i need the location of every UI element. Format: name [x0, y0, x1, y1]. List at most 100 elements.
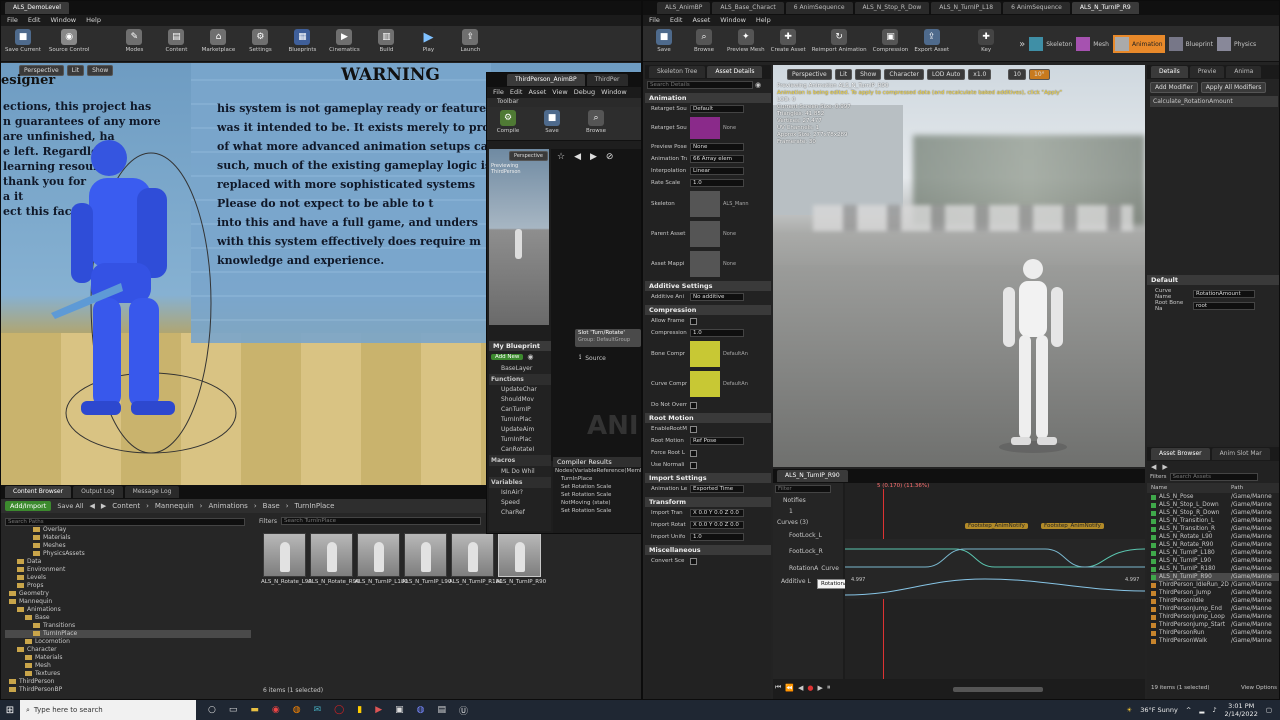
tab-als-base-character[interactable]: ALS_Base_Charact	[712, 2, 784, 14]
breadcrumb-turninplace[interactable]: TurnInPlace	[295, 502, 335, 510]
notify-marker-2[interactable]: Footstep_AnimNotify	[1041, 523, 1104, 529]
menu-window[interactable]: Window	[720, 15, 746, 26]
filters-button[interactable]: Filters	[259, 518, 277, 525]
blue-mannequin[interactable]	[41, 133, 241, 473]
perspective-button[interactable]: Perspective	[509, 151, 548, 161]
tab-asset-details[interactable]: Asset Details	[707, 66, 763, 78]
cinematics-button[interactable]: ▶ Cinematics	[327, 29, 361, 53]
base-layer[interactable]: BaseLayer	[489, 363, 551, 374]
section-animation[interactable]: Animation	[645, 93, 771, 103]
folder-tree-item[interactable]: Overlay	[5, 526, 251, 534]
asset-thumbnail[interactable]	[263, 533, 306, 577]
curve-footlock-r[interactable]: FootLock_R	[773, 544, 843, 560]
tab-thirdperson-animbp[interactable]: ThirdPerson_AnimBP	[507, 74, 585, 86]
folder-tree-item[interactable]: Base	[5, 614, 251, 622]
compiler-line[interactable]: TurnInPlace	[553, 475, 641, 483]
asset-list-item[interactable]: ALS_N_Rotate_R90/Game/Manne	[1151, 541, 1279, 549]
export-asset-button[interactable]: ⇪ Export Asset	[914, 29, 949, 53]
save-button[interactable]: ■ Save	[647, 29, 681, 53]
source-pin[interactable]: ⟟ Source	[579, 354, 606, 362]
notify-track-1[interactable]: 1	[773, 506, 843, 517]
forward-icon[interactable]: ▶	[101, 502, 106, 510]
function-item[interactable]: ShouldMov	[489, 395, 551, 405]
macro-item[interactable]: ML Do Whil	[489, 466, 551, 477]
taskbar-search[interactable]: ⌕ Type here to search	[20, 700, 196, 720]
forward-icon[interactable]: ▶	[1162, 463, 1167, 471]
filters-button[interactable]: Filters	[1150, 474, 1167, 480]
section-additive[interactable]: Additive Settings	[645, 281, 771, 291]
folder-tree-item[interactable]: Meshes	[5, 542, 251, 550]
chrome-icon[interactable]: ◉	[272, 705, 280, 715]
tab-stop-r-down[interactable]: ALS_N_Stop_R_Dow	[854, 2, 930, 14]
view-options-button[interactable]: View Options	[1241, 685, 1277, 691]
add-import-button[interactable]: Add/Import	[5, 501, 52, 511]
settings-button[interactable]: ⚙ Settings	[243, 29, 277, 53]
mail-icon[interactable]: ✉	[314, 705, 322, 715]
compression-button[interactable]: ▣ Compression	[873, 29, 908, 53]
folder-tree-item[interactable]: ThirdPerson	[5, 678, 251, 686]
menu-help[interactable]: Help	[86, 15, 101, 26]
folder-tree-item[interactable]: Animations	[5, 606, 251, 614]
asset-list-item[interactable]: ALS_N_TurnIP_R90/Game/Manne	[1151, 573, 1279, 581]
create-asset-button[interactable]: ✚ Create Asset	[771, 29, 806, 53]
forward-arrow-icon[interactable]: ▶	[590, 152, 597, 162]
tab-details[interactable]: Details	[1151, 66, 1188, 78]
macros-header[interactable]: Macros	[489, 455, 551, 466]
marketplace-button[interactable]: ⌂ Marketplace	[201, 29, 235, 53]
browse-button[interactable]: ⌕ Browse	[687, 29, 721, 53]
property-value[interactable]: ALS_Mann	[723, 201, 749, 207]
media-icon[interactable]: ▶	[375, 705, 382, 715]
opera-icon[interactable]: ◯	[334, 705, 344, 715]
variable-item[interactable]: IsInAir?	[489, 488, 551, 498]
section-importSettings[interactable]: Import Settings	[645, 473, 771, 483]
menu-debug[interactable]: Debug	[574, 87, 595, 98]
add-new-button[interactable]: Add New	[491, 354, 524, 360]
timeline-scrollbar[interactable]	[953, 687, 1043, 692]
star-icon[interactable]: ☆	[557, 152, 565, 162]
folder-tree-item[interactable]: Levels	[5, 574, 251, 582]
menu-asset[interactable]: Asset	[528, 87, 546, 98]
menu-edit[interactable]: Edit	[670, 15, 683, 26]
tab-turnip-r90[interactable]: ALS_N_TurnIP_R9	[1071, 2, 1139, 14]
lod-button[interactable]: LOD Auto	[926, 69, 966, 80]
source-control-button[interactable]: ◉ Source Control	[49, 29, 89, 53]
key-button[interactable]: ✚ Key	[969, 29, 1003, 53]
breadcrumb-mannequin[interactable]: Mannequin	[155, 502, 194, 510]
tab-turnip-l180[interactable]: ALS_N_TurnIP_L18	[931, 2, 1002, 14]
curve-rotation-amount[interactable]: RotationA Curve	[773, 560, 843, 576]
tab-anim[interactable]: Anima	[1226, 66, 1262, 78]
no-icon[interactable]: ⊘	[606, 152, 614, 162]
asset-list-item[interactable]: ThirdPersonJump_End/Game/Manne	[1151, 605, 1279, 613]
breadcrumb-content[interactable]: Content	[112, 502, 140, 510]
perspective-button[interactable]: Perspective	[787, 69, 832, 80]
anim-viewport[interactable]: Perspective Lit Show Character LOD Auto …	[773, 65, 1145, 467]
tray-chevron-icon[interactable]: ^	[1186, 706, 1191, 714]
folder-tree-item[interactable]: Locomotion	[5, 638, 251, 646]
property-value[interactable]: X 0.0 Y 0.0 Z 0.0	[690, 521, 744, 529]
slot-node[interactable]: Slot 'Turn/Rotate' Group: DefaultGroup	[575, 329, 641, 347]
section-rootMotion[interactable]: Root Motion	[645, 413, 771, 423]
function-item[interactable]: TurnInPlac	[489, 435, 551, 445]
compiler-line[interactable]: NotMoving (state)	[553, 499, 641, 507]
property-checkbox[interactable]	[690, 317, 697, 325]
folder-tree-item[interactable]: Mesh	[5, 662, 251, 670]
curve-dropdown[interactable]: Curve	[821, 563, 839, 574]
property-value[interactable]: None	[723, 125, 736, 131]
property-value[interactable]: 1.0	[690, 329, 744, 337]
property-value[interactable]: DefaultAn	[723, 351, 748, 357]
asset-list-item[interactable]: ThirdPersonJump_Start/Game/Manne	[1151, 621, 1279, 629]
menu-file[interactable]: File	[493, 87, 504, 98]
asset-list-item[interactable]: ALS_N_TurnIP_R180/Game/Manne	[1151, 565, 1279, 573]
asset-swatch[interactable]	[690, 221, 720, 247]
property-value[interactable]: None	[723, 231, 736, 237]
back-arrow-icon[interactable]: ◀	[574, 152, 581, 162]
curve-graph[interactable]	[845, 539, 1145, 599]
property-checkbox[interactable]	[690, 461, 697, 469]
asset-swatch[interactable]	[690, 341, 720, 367]
notifies-track[interactable]: Notifies	[773, 495, 843, 506]
step-back-icon[interactable]: ⏪	[785, 684, 794, 692]
chevron-icon[interactable]: »	[1019, 39, 1025, 50]
preview-mesh-button[interactable]: ✦ Preview Mesh	[727, 29, 765, 53]
launch-button[interactable]: ⇪ Launch	[453, 29, 487, 53]
lit-button[interactable]: Lit	[66, 65, 85, 76]
